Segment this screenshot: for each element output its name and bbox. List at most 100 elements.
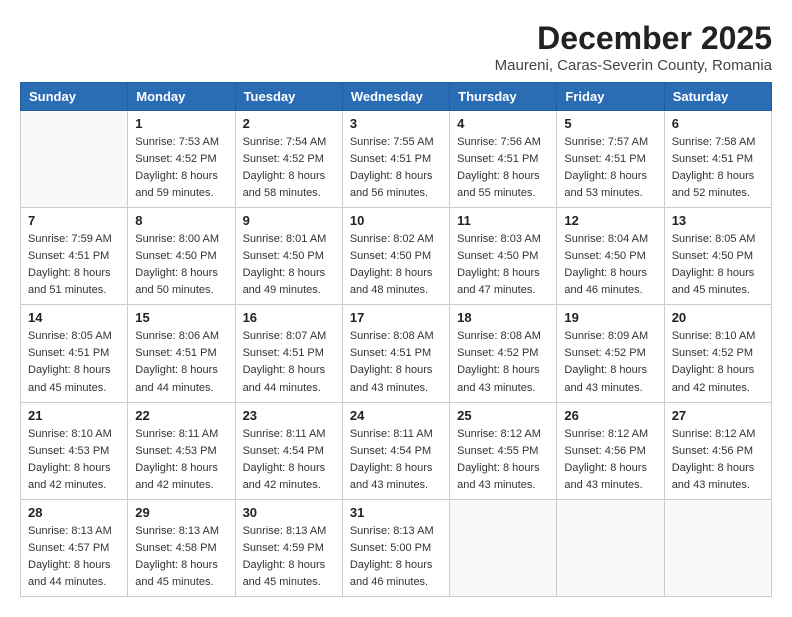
calendar-cell: 26 Sunrise: 8:12 AMSunset: 4:56 PMDayligh… xyxy=(557,402,664,499)
day-info: Sunrise: 8:11 AMSunset: 4:54 PMDaylight:… xyxy=(350,426,442,494)
column-header-thursday: Thursday xyxy=(450,83,557,111)
day-number: 13 xyxy=(672,213,764,228)
day-number: 3 xyxy=(350,116,442,131)
day-info: Sunrise: 8:13 AMSunset: 4:58 PMDaylight:… xyxy=(135,523,227,591)
day-info: Sunrise: 8:03 AMSunset: 4:50 PMDaylight:… xyxy=(457,231,549,299)
calendar-cell: 20 Sunrise: 8:10 AMSunset: 4:52 PMDayligh… xyxy=(664,305,771,402)
day-info: Sunrise: 8:13 AMSunset: 4:59 PMDaylight:… xyxy=(243,523,335,591)
column-header-saturday: Saturday xyxy=(664,83,771,111)
day-info: Sunrise: 8:04 AMSunset: 4:50 PMDaylight:… xyxy=(564,231,656,299)
calendar-cell: 6 Sunrise: 7:58 AMSunset: 4:51 PMDaylight… xyxy=(664,111,771,208)
calendar-cell: 10Sunrise: 8:02 AMSunset: 4:50 PMDayligh… xyxy=(342,208,449,305)
day-number: 6 xyxy=(672,116,764,131)
day-info: Sunrise: 8:07 AMSunset: 4:51 PMDaylight:… xyxy=(243,328,335,396)
calendar-cell: 29 Sunrise: 8:13 AMSunset: 4:58 PMDayligh… xyxy=(128,499,235,596)
calendar-cell: 28 Sunrise: 8:13 AMSunset: 4:57 PMDayligh… xyxy=(21,499,128,596)
calendar-cell: 24 Sunrise: 8:11 AMSunset: 4:54 PMDayligh… xyxy=(342,402,449,499)
calendar-cell: 30Sunrise: 8:13 AMSunset: 4:59 PMDayligh… xyxy=(235,499,342,596)
day-info: Sunrise: 7:58 AMSunset: 4:51 PMDaylight:… xyxy=(672,134,764,202)
day-info: Sunrise: 8:05 AMSunset: 4:51 PMDaylight:… xyxy=(28,328,120,396)
day-info: Sunrise: 8:10 AMSunset: 4:52 PMDaylight:… xyxy=(672,328,764,396)
title-block: December 2025 Maureni, Caras-Severin Cou… xyxy=(495,20,772,74)
calendar-cell: 2Sunrise: 7:54 AMSunset: 4:52 PMDaylight… xyxy=(235,111,342,208)
day-number: 29 xyxy=(135,505,227,520)
day-info: Sunrise: 8:08 AMSunset: 4:51 PMDaylight:… xyxy=(350,328,442,396)
calendar-cell xyxy=(21,111,128,208)
day-info: Sunrise: 8:08 AMSunset: 4:52 PMDaylight:… xyxy=(457,328,549,396)
day-number: 15 xyxy=(135,310,227,325)
week-row-3: 14Sunrise: 8:05 AMSunset: 4:51 PMDayligh… xyxy=(21,305,772,402)
day-number: 11 xyxy=(457,213,549,228)
calendar-cell: 4Sunrise: 7:56 AMSunset: 4:51 PMDaylight… xyxy=(450,111,557,208)
day-info: Sunrise: 8:13 AMSunset: 4:57 PMDaylight:… xyxy=(28,523,120,591)
day-info: Sunrise: 7:56 AMSunset: 4:51 PMDaylight:… xyxy=(457,134,549,202)
location-subtitle: Maureni, Caras-Severin County, Romania xyxy=(495,57,772,74)
day-number: 9 xyxy=(243,213,335,228)
day-info: Sunrise: 8:12 AMSunset: 4:56 PMDaylight:… xyxy=(672,426,764,494)
column-header-sunday: Sunday xyxy=(21,83,128,111)
column-header-monday: Monday xyxy=(128,83,235,111)
day-number: 31 xyxy=(350,505,442,520)
column-header-tuesday: Tuesday xyxy=(235,83,342,111)
calendar-cell: 14Sunrise: 8:05 AMSunset: 4:51 PMDayligh… xyxy=(21,305,128,402)
day-number: 25 xyxy=(457,408,549,423)
week-row-4: 21 Sunrise: 8:10 AMSunset: 4:53 PMDayligh… xyxy=(21,402,772,499)
day-number: 24 xyxy=(350,408,442,423)
week-row-5: 28 Sunrise: 8:13 AMSunset: 4:57 PMDayligh… xyxy=(21,499,772,596)
calendar-header-row: SundayMondayTuesdayWednesdayThursdayFrid… xyxy=(21,83,772,111)
calendar-cell: 17 Sunrise: 8:08 AMSunset: 4:51 PMDayligh… xyxy=(342,305,449,402)
day-info: Sunrise: 7:59 AMSunset: 4:51 PMDaylight:… xyxy=(28,231,120,299)
page-header: General Blue December 2025 Maureni, Cara… xyxy=(20,20,772,74)
day-number: 27 xyxy=(672,408,764,423)
calendar-cell: 23 Sunrise: 8:11 AMSunset: 4:54 PMDayligh… xyxy=(235,402,342,499)
month-title: December 2025 xyxy=(495,20,772,57)
day-number: 17 xyxy=(350,310,442,325)
day-number: 7 xyxy=(28,213,120,228)
day-number: 26 xyxy=(564,408,656,423)
day-info: Sunrise: 7:53 AMSunset: 4:52 PMDaylight:… xyxy=(135,134,227,202)
day-number: 20 xyxy=(672,310,764,325)
calendar-cell: 27 Sunrise: 8:12 AMSunset: 4:56 PMDayligh… xyxy=(664,402,771,499)
day-info: Sunrise: 8:05 AMSunset: 4:50 PMDaylight:… xyxy=(672,231,764,299)
day-info: Sunrise: 8:01 AMSunset: 4:50 PMDaylight:… xyxy=(243,231,335,299)
day-number: 18 xyxy=(457,310,549,325)
calendar-cell: 7 Sunrise: 7:59 AMSunset: 4:51 PMDaylight… xyxy=(21,208,128,305)
day-number: 12 xyxy=(564,213,656,228)
calendar-cell: 8 Sunrise: 8:00 AMSunset: 4:50 PMDaylight… xyxy=(128,208,235,305)
day-number: 23 xyxy=(243,408,335,423)
day-number: 5 xyxy=(564,116,656,131)
day-info: Sunrise: 8:11 AMSunset: 4:53 PMDaylight:… xyxy=(135,426,227,494)
day-info: Sunrise: 8:12 AMSunset: 4:55 PMDaylight:… xyxy=(457,426,549,494)
calendar-cell xyxy=(557,499,664,596)
calendar-cell xyxy=(450,499,557,596)
day-number: 10 xyxy=(350,213,442,228)
calendar-cell: 15Sunrise: 8:06 AMSunset: 4:51 PMDayligh… xyxy=(128,305,235,402)
day-number: 28 xyxy=(28,505,120,520)
day-info: Sunrise: 8:11 AMSunset: 4:54 PMDaylight:… xyxy=(243,426,335,494)
calendar-table: SundayMondayTuesdayWednesdayThursdayFrid… xyxy=(20,82,772,597)
day-info: Sunrise: 7:55 AMSunset: 4:51 PMDaylight:… xyxy=(350,134,442,202)
calendar-cell: 19Sunrise: 8:09 AMSunset: 4:52 PMDayligh… xyxy=(557,305,664,402)
calendar-cell: 5Sunrise: 7:57 AMSunset: 4:51 PMDaylight… xyxy=(557,111,664,208)
calendar-cell: 22Sunrise: 8:11 AMSunset: 4:53 PMDayligh… xyxy=(128,402,235,499)
calendar-cell: 16 Sunrise: 8:07 AMSunset: 4:51 PMDayligh… xyxy=(235,305,342,402)
day-info: Sunrise: 8:00 AMSunset: 4:50 PMDaylight:… xyxy=(135,231,227,299)
calendar-cell: 11 Sunrise: 8:03 AMSunset: 4:50 PMDayligh… xyxy=(450,208,557,305)
calendar-cell xyxy=(664,499,771,596)
day-info: Sunrise: 8:12 AMSunset: 4:56 PMDaylight:… xyxy=(564,426,656,494)
day-number: 16 xyxy=(243,310,335,325)
week-row-1: 1Sunrise: 7:53 AMSunset: 4:52 PMDaylight… xyxy=(21,111,772,208)
calendar-cell: 12 Sunrise: 8:04 AMSunset: 4:50 PMDayligh… xyxy=(557,208,664,305)
calendar-cell: 3 Sunrise: 7:55 AMSunset: 4:51 PMDaylight… xyxy=(342,111,449,208)
calendar-cell: 21 Sunrise: 8:10 AMSunset: 4:53 PMDayligh… xyxy=(21,402,128,499)
day-number: 19 xyxy=(564,310,656,325)
calendar-cell: 1Sunrise: 7:53 AMSunset: 4:52 PMDaylight… xyxy=(128,111,235,208)
calendar-cell: 9 Sunrise: 8:01 AMSunset: 4:50 PMDaylight… xyxy=(235,208,342,305)
calendar-cell: 18 Sunrise: 8:08 AMSunset: 4:52 PMDayligh… xyxy=(450,305,557,402)
day-number: 8 xyxy=(135,213,227,228)
column-header-wednesday: Wednesday xyxy=(342,83,449,111)
column-header-friday: Friday xyxy=(557,83,664,111)
day-number: 21 xyxy=(28,408,120,423)
day-info: Sunrise: 8:13 AMSunset: 5:00 PMDaylight:… xyxy=(350,523,442,591)
day-info: Sunrise: 8:10 AMSunset: 4:53 PMDaylight:… xyxy=(28,426,120,494)
